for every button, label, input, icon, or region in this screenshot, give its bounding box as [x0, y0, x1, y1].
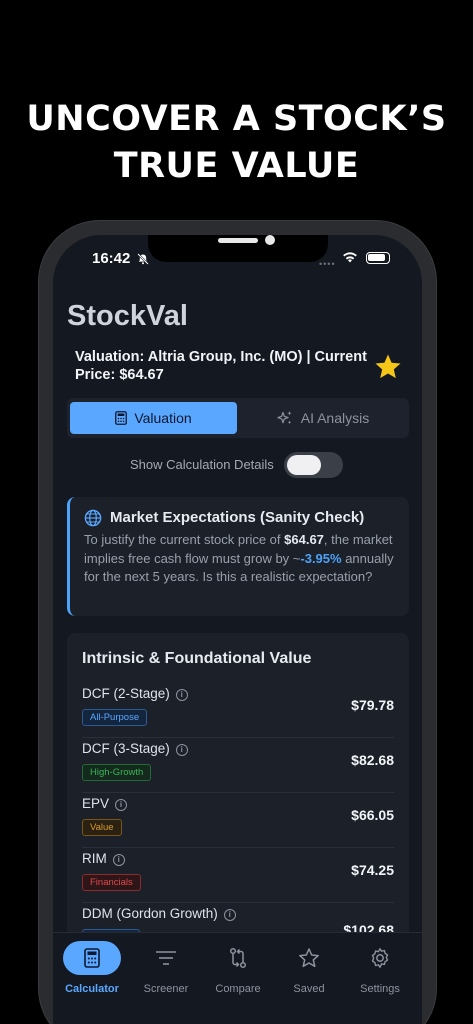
- cellular-signal-icon: ••••: [319, 259, 336, 269]
- globe-icon: [84, 509, 102, 527]
- valuation-row[interactable]: DCF (3-Stage) i High-Growth $82.68: [67, 738, 409, 793]
- intrinsic-value-card: Intrinsic & Foundational Value DCF (2-St…: [67, 633, 409, 953]
- tab-settings[interactable]: Settings: [343, 941, 417, 995]
- method-value: $66.05: [351, 807, 394, 823]
- tab-saved-label: Saved: [293, 983, 325, 995]
- calculator-icon: [84, 948, 100, 968]
- front-camera: [265, 235, 275, 245]
- star-outline-icon: [299, 948, 319, 968]
- method-name: RIM i: [82, 851, 125, 866]
- valuation-header: Valuation: Altria Group, Inc. (MO) | Cur…: [75, 349, 367, 383]
- method-value: $74.25: [351, 862, 394, 878]
- method-name: EPV i: [82, 796, 128, 811]
- info-icon[interactable]: i: [115, 799, 128, 811]
- tab-settings-label: Settings: [360, 983, 400, 995]
- method-name-text: DCF (2-Stage): [82, 686, 170, 701]
- market-expectations-title: Market Expectations (Sanity Check): [110, 509, 365, 526]
- compare-icon: [229, 947, 247, 969]
- battery-icon: [366, 252, 390, 264]
- tab-calculator-label: Calculator: [65, 983, 119, 995]
- tab-calculator[interactable]: Calculator: [55, 941, 129, 995]
- calc-details-toggle[interactable]: [284, 452, 343, 478]
- expect-price: $64.67: [284, 532, 324, 547]
- tab-screener-label: Screener: [143, 983, 189, 995]
- valuation-row[interactable]: DCF (2-Stage) i All-Purpose $79.78: [67, 683, 409, 738]
- market-expectations-text: To justify the current stock price of $6…: [84, 531, 402, 587]
- promo-headline: UNCOVER A STOCK’S TRUE VALUE: [0, 96, 473, 190]
- calculator-icon: [115, 411, 128, 425]
- method-tag: High-Growth: [82, 764, 152, 781]
- tab-screener[interactable]: Screener: [129, 941, 203, 995]
- sparkles-icon: [277, 411, 292, 425]
- method-name-text: RIM: [82, 851, 107, 866]
- method-tag: Value: [82, 819, 122, 836]
- method-tag: All-Purpose: [82, 709, 148, 726]
- status-time: 16:42: [92, 250, 131, 267]
- implied-growth-rate: -3.95%: [300, 550, 342, 566]
- valuation-row[interactable]: RIM i Financials $74.25: [67, 848, 409, 903]
- info-icon[interactable]: i: [175, 744, 188, 756]
- tab-valuation-label: Valuation: [134, 410, 192, 426]
- method-name-text: DDM (Gordon Growth): [82, 906, 218, 921]
- method-name-text: DCF (3-Stage): [82, 741, 170, 756]
- tab-ai-analysis-label: AI Analysis: [300, 410, 370, 426]
- toggle-knob: [287, 455, 321, 475]
- market-expectations-card: Market Expectations (Sanity Check) To ju…: [67, 497, 409, 616]
- headline-line-2: TRUE VALUE: [113, 146, 360, 186]
- method-name: DCF (2-Stage) i: [82, 686, 188, 701]
- calc-details-label: Show Calculation Details: [130, 457, 274, 472]
- view-segmented-control: Valuation AI Analysis: [67, 398, 409, 438]
- headline-line-1: UNCOVER A STOCK’S: [26, 99, 447, 139]
- bell-off-icon: [137, 253, 149, 265]
- tab-compare[interactable]: Compare: [201, 941, 275, 995]
- gear-icon: [371, 948, 389, 968]
- wifi-icon: [343, 252, 357, 263]
- method-value: $79.78: [351, 697, 394, 713]
- bottom-tab-bar: Calculator Screener Compare Saved Settin…: [53, 932, 422, 1024]
- info-icon[interactable]: i: [112, 854, 125, 866]
- speaker-grille: [218, 238, 258, 243]
- filter-icon: [156, 951, 176, 965]
- tab-saved[interactable]: Saved: [272, 941, 346, 995]
- method-tag: Financials: [82, 874, 141, 891]
- method-value: $82.68: [351, 752, 394, 768]
- valuation-row[interactable]: EPV i Value $66.05: [67, 793, 409, 848]
- info-icon[interactable]: i: [223, 909, 236, 921]
- method-name: DCF (3-Stage) i: [82, 741, 188, 756]
- tab-compare-label: Compare: [215, 983, 261, 995]
- method-name-text: EPV: [82, 796, 110, 811]
- intrinsic-title: Intrinsic & Foundational Value: [82, 650, 312, 667]
- favorite-star-icon[interactable]: [373, 352, 403, 382]
- expect-text-part-1: To justify the current stock price of: [84, 532, 285, 547]
- info-icon[interactable]: i: [175, 689, 188, 701]
- method-name: DDM (Gordon Growth) i: [82, 906, 236, 921]
- tab-valuation[interactable]: Valuation: [70, 402, 237, 434]
- app-title: StockVal: [67, 300, 188, 332]
- tab-ai-analysis[interactable]: AI Analysis: [239, 402, 406, 434]
